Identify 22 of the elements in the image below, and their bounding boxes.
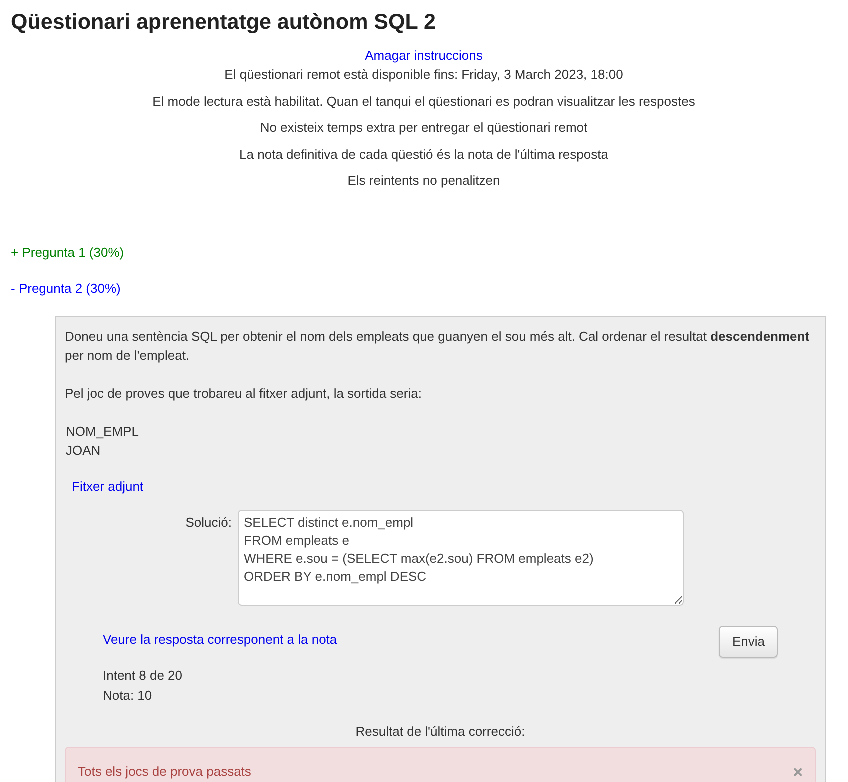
hide-instructions-link[interactable]: Amagar instruccions: [365, 46, 483, 66]
question-toggle[interactable]: + Pregunta 1 (30%): [11, 244, 124, 260]
page-title: Qüestionari aprenentatge autònom SQL 2: [11, 10, 437, 36]
solution-label: Solució:: [184, 514, 233, 532]
result-heading: Resultat de l'última correcció:: [356, 724, 526, 739]
grade-text: Nota: 10: [103, 688, 152, 703]
attachment-link[interactable]: Fitxer adjunt: [72, 478, 144, 494]
question-statement: Doneu una sentència SQL per obtenir el nom dels empleats que guanyen el sou més alt. Cal ordenar el resultat descendenment per nom de l'empleat.: [65, 328, 811, 365]
instruction-text: Els reintents no penalitzen: [346, 172, 502, 190]
solution-field[interactable]: SELECT distinct e.nom_empl FROM empleats e WHERE e.sou = (SELECT max(e2.sou) FROM empleats e2) ORDER BY e.nom_empl DESC: [238, 510, 684, 606]
instruction-text: El mode lectura està habilitat. Quan el tanqui el qüestionari es podran visualitzar les respostes: [152, 92, 696, 111]
instruction-text: El qüestionari remot està disponible fins: Friday, 3 March 2023, 18:00: [224, 66, 624, 84]
question-toggle[interactable]: - Pregunta 2 (30%): [11, 281, 121, 296]
sample-output-line: NOM_EMPL: [66, 424, 139, 439]
alert-text: Tots els jocs de prova passats: [78, 763, 252, 782]
submit-button[interactable]: Envia: [719, 626, 778, 658]
sample-output-line: JOAN: [66, 442, 101, 458]
attempt-text: Intent 8 de 20: [103, 668, 183, 683]
sample-intro-text: Pel joc de proves que trobareu al fitxer adjunt, la sortida seria:: [65, 384, 423, 403]
instruction-text: No existeix temps extra per entregar el qüestionari remot: [259, 119, 589, 138]
instruction-text: La nota definitiva de cada qüestió és la nota de l'última resposta: [238, 146, 610, 164]
view-answer-link[interactable]: Veure la resposta corresponent a la nota: [103, 630, 338, 650]
